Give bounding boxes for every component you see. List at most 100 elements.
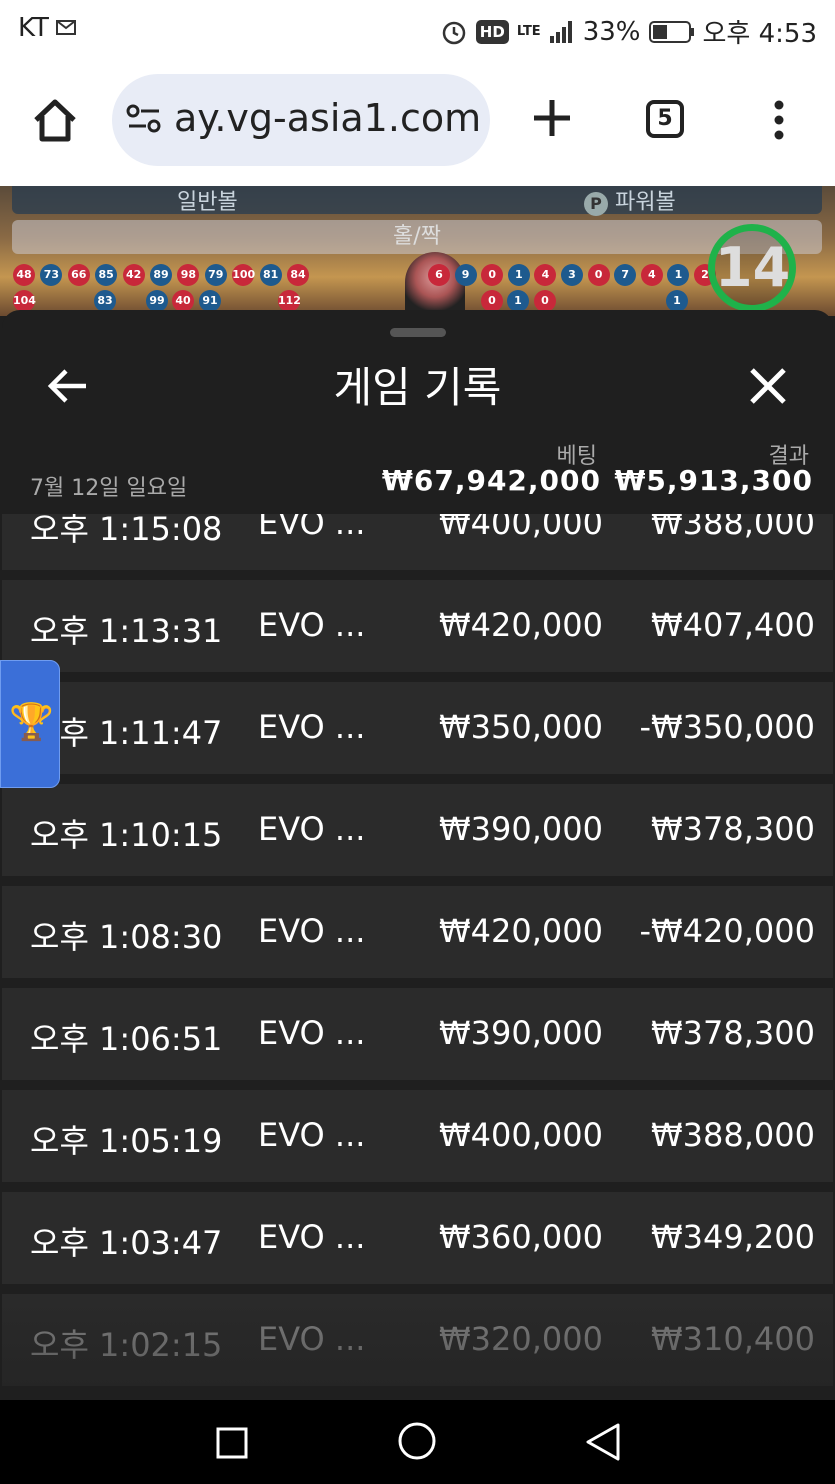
more-menu-icon[interactable] [772,100,786,140]
total-bet: ₩67,942,000 [381,464,601,497]
game-tabs: 일반볼 P 파워볼 [12,186,822,216]
row-game: EVO ... [258,912,366,950]
row-game: EVO ... [258,606,366,644]
tab-power-ball[interactable]: P 파워볼 [584,186,676,216]
ball-result: 81 [259,264,282,286]
back-nav-icon[interactable] [584,1422,622,1462]
ball-result: 1 [507,264,530,286]
row-time: 오후 1:05:19 [30,1122,223,1160]
drag-handle[interactable] [390,328,446,337]
tab-switcher-button[interactable]: 5 [646,100,684,138]
row-result: ₩388,000 [651,1116,815,1154]
site-settings-icon[interactable] [126,104,162,134]
ball-result: 40 [172,290,194,312]
ball-result: 98 [177,264,200,286]
row-result: ₩388,000 [651,514,815,542]
ball-result: 6 [428,264,450,286]
battery-icon [648,20,694,43]
url-text: ay.vg-asia1.com [174,96,482,140]
ball-result: 112 [278,290,301,312]
history-row[interactable]: 오후 1:03:47 EVO ... ₩360,000 ₩349,200 [2,1192,833,1284]
tab-normal-ball[interactable]: 일반볼 [177,186,238,216]
hd-badge: HD [475,19,509,44]
ball-result: 9 [454,264,477,286]
history-row[interactable]: 오후 1:11:47 EVO ... ₩350,000 -₩350,000 [2,682,833,774]
address-bar[interactable]: ay.vg-asia1.com [112,74,490,166]
list-fade [2,1280,833,1400]
row-game: EVO ... [258,1116,366,1154]
row-bet: ₩400,000 [439,514,603,542]
row-game: EVO ... [258,810,366,848]
row-time: 오후 1:03:47 [30,1224,223,1262]
row-bet: ₩390,000 [439,810,603,848]
row-result: -₩350,000 [639,708,815,746]
odd-even-bar[interactable]: 홀/짝 [12,220,822,254]
panel-title: 게임 기록 [333,363,502,412]
message-icon [55,20,76,35]
clock: 오후 4:53 [702,19,818,49]
row-bet: ₩420,000 [439,606,603,644]
history-list[interactable]: 오후 1:15:08 EVO ... ₩400,000 ₩388,000 오후 1:13… [2,514,833,1400]
ball-result: 99 [146,290,168,312]
ball-result: 0 [587,264,610,286]
recent-apps-icon[interactable] [216,1427,248,1459]
history-row[interactable]: 오후 1:05:19 EVO ... ₩400,000 ₩388,000 [2,1090,833,1182]
ball-result: 1 [507,290,529,312]
ball-result: 83 [94,290,116,312]
row-bet: ₩420,000 [439,912,603,950]
history-row[interactable]: 오후 1:13:31 EVO ... ₩420,000 ₩407,400 [2,580,833,672]
row-result: ₩378,300 [651,1014,815,1052]
home-nav-icon[interactable] [397,1421,437,1461]
game-background: 일반볼 P 파워볼 홀/짝 48 73 66 85 42 89 98 79 100 81 84 104… [0,186,835,316]
ball-result: 85 [95,264,118,286]
total-result: ₩5,913,300 [614,464,813,497]
row-game: EVO ... [258,708,366,746]
ball-result: 1 [666,290,688,312]
system-nav-bar [0,1400,835,1484]
history-row[interactable]: 오후 1:06:51 EVO ... ₩390,000 ₩378,300 [2,988,833,1080]
ball-result: 104 [13,290,36,312]
ball-result: 0 [481,264,504,286]
tab-power-label: 파워볼 [615,190,676,215]
history-row[interactable]: 오후 1:10:15 EVO ... ₩390,000 ₩378,300 [2,784,833,876]
row-result: ₩378,300 [651,810,815,848]
row-result: ₩349,200 [651,1218,815,1256]
ball-result: 4 [534,264,557,286]
browser-toolbar: ay.vg-asia1.com 5 [0,58,835,186]
row-time: 오후 1:08:30 [30,918,223,956]
ball-result: 91 [199,290,221,312]
date-header: 7월 12일 일요일 [30,476,188,501]
ball-result: 0 [481,290,503,312]
row-result: -₩420,000 [639,912,815,950]
new-tab-icon[interactable] [530,96,574,140]
network-label: LTE [516,24,541,39]
ball-result: 7 [614,264,637,286]
ball-result: 1 [667,264,690,286]
ball-result: 0 [534,290,556,312]
close-icon[interactable] [746,364,790,408]
ball-result: 3 [561,264,583,286]
row-bet: ₩350,000 [439,708,603,746]
history-row[interactable]: 오후 1:08:30 EVO ... ₩420,000 -₩420,000 [2,886,833,978]
countdown-timer: 14 [708,224,796,312]
carrier-label: KT [18,13,49,43]
ball-result: 42 [122,264,145,286]
history-row[interactable]: 오후 1:15:08 EVO ... ₩400,000 ₩388,000 [2,514,833,570]
row-game: EVO ... [258,1218,366,1256]
row-game: EVO ... [258,514,366,542]
alarm-icon [442,21,466,44]
ball-result: 4 [640,264,663,286]
ball-result: 48 [13,264,35,286]
row-bet: ₩390,000 [439,1014,603,1052]
ball-result: 100 [232,264,255,286]
signal-icon [549,20,572,43]
home-icon[interactable] [32,98,78,142]
row-bet: ₩360,000 [439,1218,603,1256]
trophy-button[interactable]: 🏆 [0,660,60,788]
trophy-icon: 🏆 [9,702,54,743]
game-history-panel: 게임 기록 베팅 결과 7월 12일 일요일 ₩67,942,000 ₩5,91… [2,310,833,1400]
row-time: 오후 1:10:15 [30,816,223,854]
status-bar: KT HD LTE 33% 오후 4:53 [0,0,835,58]
ball-result: 73 [40,264,63,286]
row-time: 오후 1:06:51 [30,1020,223,1058]
